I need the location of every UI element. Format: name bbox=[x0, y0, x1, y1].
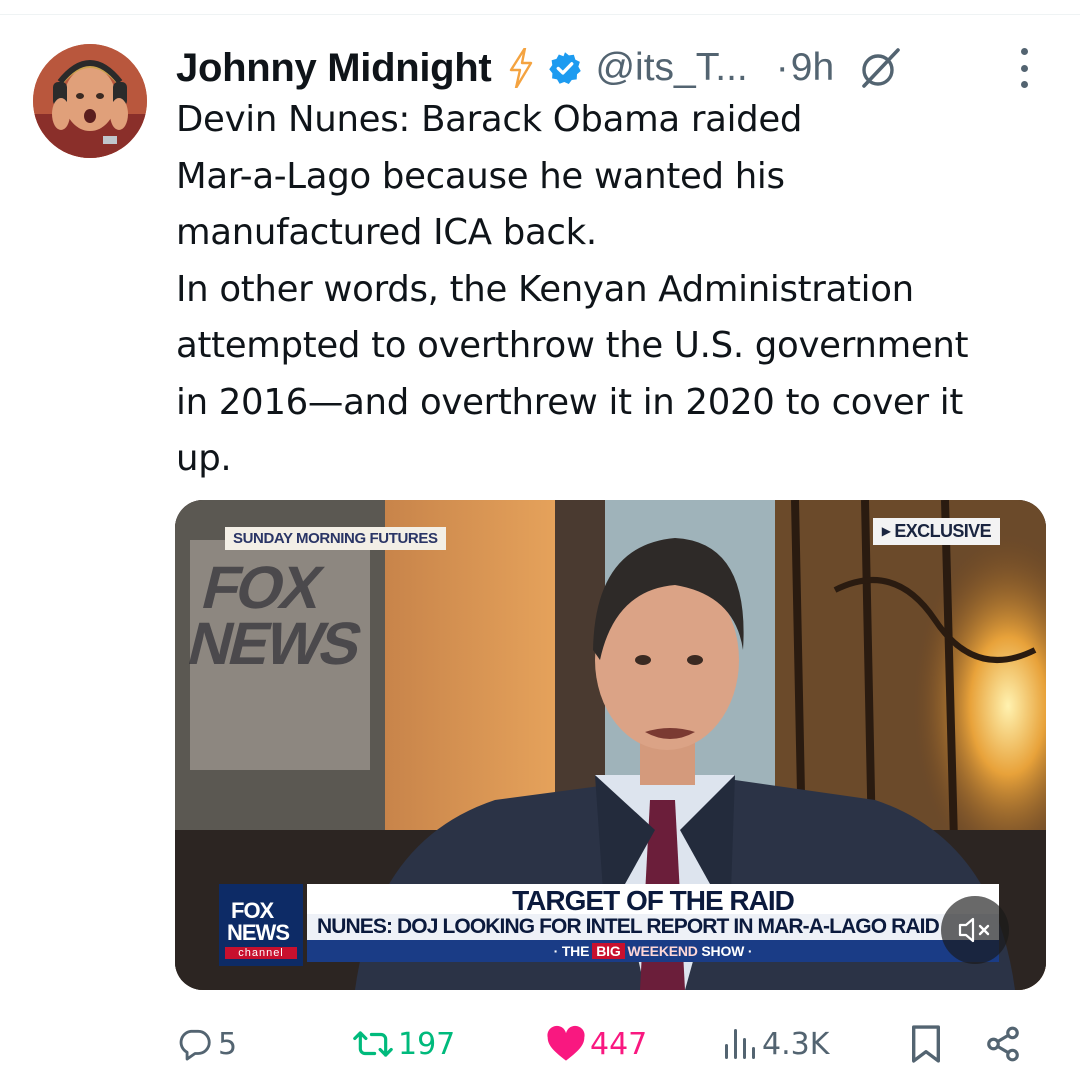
muted-speaker-icon[interactable] bbox=[941, 896, 1009, 964]
chyron-ticker: · THE BIG WEEKEND SHOW · bbox=[307, 940, 999, 962]
channel-logo-line3: channel bbox=[225, 947, 297, 959]
like-count: 447 bbox=[590, 1026, 648, 1062]
heart-icon bbox=[547, 1025, 585, 1061]
separator-dot: · bbox=[775, 46, 789, 89]
bookmark-icon bbox=[912, 1025, 941, 1063]
reply-count: 5 bbox=[218, 1026, 238, 1062]
ticker-weekend: WEEKEND bbox=[627, 943, 698, 959]
author-handle[interactable]: @its_T... bbox=[595, 46, 747, 90]
exclusive-label: EXCLUSIVE bbox=[894, 521, 991, 541]
news-chyron: FOX NEWS channel TARGET OF THE RAID NUNE… bbox=[219, 884, 999, 966]
repost-icon bbox=[353, 1031, 393, 1057]
more-dot bbox=[1020, 48, 1028, 55]
more-options-icon[interactable] bbox=[1008, 48, 1040, 88]
verified-badge-icon[interactable] bbox=[547, 50, 583, 86]
chyron-subheadline: NUNES: DOJ LOOKING FOR INTEL REPORT IN M… bbox=[307, 914, 999, 940]
tweet-header: Johnny Midnight @its_T... · 9h bbox=[176, 40, 904, 96]
avatar[interactable] bbox=[33, 44, 147, 158]
exclusive-tag: ▶ EXCLUSIVE bbox=[872, 518, 1000, 545]
avatar-image bbox=[33, 44, 147, 158]
tweet-text: Devin Nunes: Barack Obama raided Mar-a-L… bbox=[176, 99, 969, 479]
wall-logo: FOX NEWS bbox=[181, 554, 379, 677]
play-triangle-icon: ▶ bbox=[881, 524, 891, 538]
wall-logo-line2: NEWS bbox=[181, 610, 367, 677]
bookmark-button[interactable] bbox=[908, 1014, 944, 1074]
channel-logo-line2: NEWS bbox=[227, 920, 290, 945]
timestamp[interactable]: 9h bbox=[791, 46, 834, 90]
repost-button[interactable]: 197 bbox=[352, 1014, 455, 1074]
lightning-bolt-icon bbox=[509, 48, 533, 88]
views-icon bbox=[725, 1029, 755, 1059]
action-bar: 5 197 447 4.3K bbox=[176, 1014, 1056, 1074]
repost-count: 197 bbox=[398, 1026, 456, 1062]
video-player[interactable]: FOX NEWS SUNDAY MORNING FUTURES ▶ EXCLUSI… bbox=[175, 500, 1046, 990]
grok-icon[interactable] bbox=[856, 44, 904, 92]
show-tag: SUNDAY MORNING FUTURES bbox=[225, 527, 446, 550]
ticker-prefix: · THE bbox=[553, 943, 590, 959]
views-button[interactable]: 4.3K bbox=[722, 1014, 829, 1074]
wall-logo-line1: FOX bbox=[195, 554, 327, 621]
share-icon bbox=[987, 1026, 1019, 1062]
share-button[interactable] bbox=[984, 1014, 1022, 1074]
more-dot bbox=[1020, 81, 1028, 88]
author-name[interactable]: Johnny Midnight bbox=[176, 46, 492, 91]
view-count: 4.3K bbox=[762, 1026, 830, 1062]
reply-button[interactable]: 5 bbox=[176, 1014, 237, 1074]
ticker-suffix: SHOW · bbox=[701, 943, 753, 959]
ticker-big: BIG bbox=[592, 943, 625, 959]
channel-logo: FOX NEWS channel bbox=[219, 884, 303, 966]
like-button[interactable]: 447 bbox=[546, 1014, 647, 1074]
more-dot bbox=[1020, 64, 1028, 72]
reply-icon bbox=[179, 1029, 211, 1061]
chyron-headline: TARGET OF THE RAID bbox=[307, 884, 999, 916]
top-divider bbox=[0, 14, 1080, 15]
